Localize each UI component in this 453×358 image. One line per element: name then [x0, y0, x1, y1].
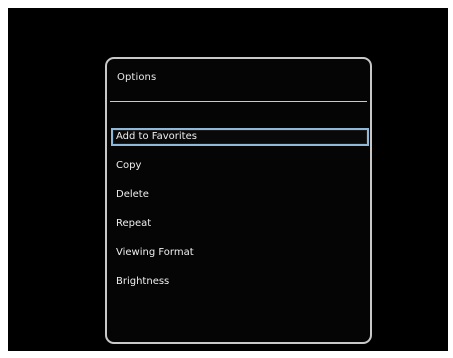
menu-item-repeat[interactable]: Repeat: [111, 215, 369, 233]
options-dialog: Options Add to Favorites Copy Delete Rep…: [105, 57, 372, 344]
menu-item-viewing-format[interactable]: Viewing Format: [111, 244, 369, 262]
menu-item-add-to-favorites[interactable]: Add to Favorites: [111, 128, 369, 146]
display-screen: Options Add to Favorites Copy Delete Rep…: [8, 8, 448, 351]
menu-item-delete[interactable]: Delete: [111, 186, 369, 204]
menu-item-brightness[interactable]: Brightness: [111, 273, 369, 291]
options-menu: Add to Favorites Copy Delete Repeat View…: [107, 59, 370, 342]
menu-item-copy[interactable]: Copy: [111, 157, 369, 175]
